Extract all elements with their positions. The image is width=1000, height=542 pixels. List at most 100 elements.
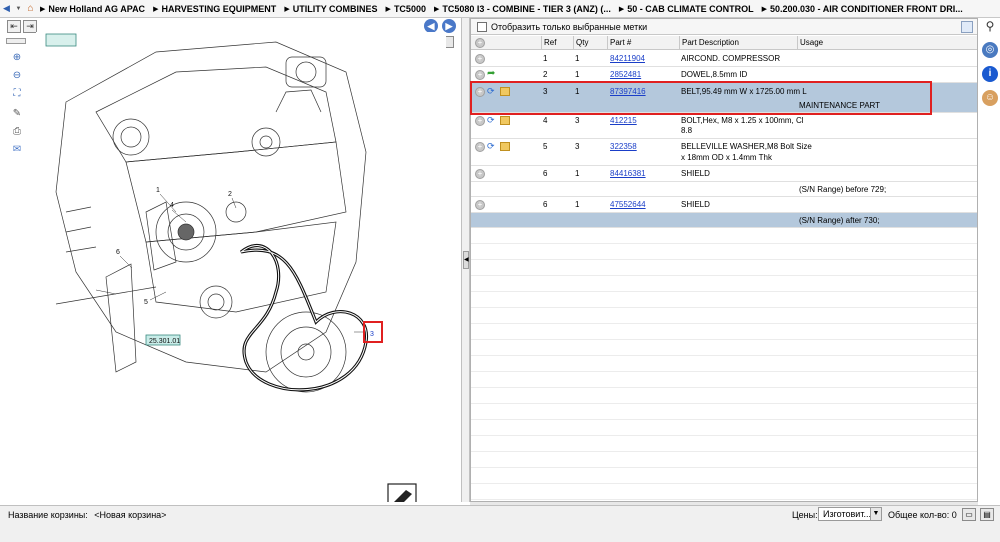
cell-part-link[interactable]: 2852481 xyxy=(610,69,641,80)
cell-desc-line1: BOLT,Hex, M8 x 1.25 x 100mm, Cl xyxy=(681,116,804,125)
prev-page-icon[interactable]: ◀ xyxy=(424,19,438,33)
substitute-arrow-icon[interactable]: ➦ xyxy=(487,69,499,79)
collapse-arrow-icon[interactable]: ◀ xyxy=(463,251,469,269)
breadcrumb-arrow-icon: ▶ xyxy=(153,5,159,13)
breadcrumb-item[interactable]: HARVESTING EQUIPMENT xyxy=(161,4,276,14)
table-row[interactable]: + ⟳ 4 3 412215 BOLT,Hex, M8 x 1.25 x 100… xyxy=(471,113,977,139)
fit-icon[interactable]: ⛶ xyxy=(10,88,24,102)
row-expand-icon[interactable]: + xyxy=(475,169,485,179)
ref-label[interactable]: 2 xyxy=(228,191,232,198)
cart-label: Название корзины: xyxy=(8,510,88,520)
cart-info: Название корзины: <Новая корзина> xyxy=(8,510,166,520)
cell-part-link[interactable]: 84211904 xyxy=(610,53,645,64)
table-row-usage: (S/N Range) before 729; xyxy=(471,182,977,197)
cell-qty: 1 xyxy=(575,200,580,209)
cell-part-link[interactable]: 412215 xyxy=(610,115,637,126)
table-row-usage: (S/N Range) after 730; xyxy=(471,213,977,228)
cart-icon[interactable]: ▤ xyxy=(980,508,994,521)
refresh-icon[interactable]: ⟳ xyxy=(487,141,497,151)
cell-usage: (S/N Range) after 730; xyxy=(799,216,880,225)
col-qty[interactable]: Qty xyxy=(573,36,607,50)
collapse-left-icon[interactable]: ⇤ xyxy=(7,20,21,33)
app-window: ◀ ▼ ⌂ ▶ New Holland AG APAC ▶ HARVESTING E… xyxy=(0,0,1000,542)
prices-label: Цены: xyxy=(792,510,818,520)
breadcrumb-item[interactable]: TC5000 xyxy=(394,4,426,14)
cell-part-link[interactable]: 84416381 xyxy=(610,168,646,179)
cell-ref: 6 xyxy=(543,200,548,209)
total-qty: Общее кол-во: 0 xyxy=(888,510,957,520)
selected-only-checkbox[interactable] xyxy=(477,21,487,32)
cell-qty: 3 xyxy=(575,142,580,151)
breadcrumb-item[interactable]: New Holland AG APAC xyxy=(48,4,145,14)
expand-panel-icon[interactable] xyxy=(961,21,973,33)
table-row[interactable]: + 6 1 84416381 SHIELD xyxy=(471,166,977,182)
refresh-icon[interactable]: ⟳ xyxy=(487,115,497,125)
home-icon[interactable]: ⌂ xyxy=(25,3,36,15)
status-bar: Название корзины: <Новая корзина> Цены: … xyxy=(0,505,1000,542)
user-support-icon[interactable]: ☺ xyxy=(982,90,998,106)
breadcrumb-arrow-icon: ▶ xyxy=(40,5,46,13)
package-icon[interactable] xyxy=(500,116,510,125)
cell-ref: 4 xyxy=(543,116,548,125)
cell-desc: DOWEL,8.5mm ID xyxy=(681,70,748,79)
row-expand-icon[interactable]: + xyxy=(475,54,485,64)
zoom-out-icon[interactable]: ⊖ xyxy=(10,70,24,84)
search-icon[interactable]: ⚲ xyxy=(982,18,998,34)
selection-highlight xyxy=(470,81,932,115)
cell-ref: 6 xyxy=(543,169,548,178)
table-row[interactable]: + 1 1 84211904 AIRCOND. COMPRESSOR xyxy=(471,51,977,67)
row-expand-icon[interactable]: + xyxy=(475,116,485,126)
cart-name[interactable]: <Новая корзина> xyxy=(94,510,166,520)
print-icon[interactable]: ⎙ xyxy=(10,126,24,140)
expand-right-icon[interactable]: ⇥ xyxy=(23,20,37,33)
zoom-in-icon[interactable]: ⊕ xyxy=(10,52,24,66)
breadcrumb-item[interactable]: 50.200.030 - AIR CONDITIONER FRONT DRI..… xyxy=(770,4,963,14)
table-header: + Ref Qty Part # Part Description Usage xyxy=(471,36,977,50)
col-desc[interactable]: Part Description xyxy=(679,36,797,50)
breadcrumb-arrow-icon: ▶ xyxy=(284,5,290,13)
email-icon[interactable]: ✉ xyxy=(10,144,24,158)
cell-ref: 5 xyxy=(543,142,548,151)
ref-label[interactable]: 5 xyxy=(144,299,148,306)
cell-part-link[interactable]: 322358 xyxy=(610,141,637,152)
dropdown-arrow-icon[interactable]: ▼ xyxy=(13,3,24,15)
panel-splitter[interactable]: ◀ xyxy=(462,18,470,502)
row-expand-icon[interactable]: + xyxy=(475,200,485,210)
cell-qty: 1 xyxy=(575,54,580,63)
window-icon[interactable]: ▭ xyxy=(962,508,976,521)
globe-icon[interactable]: ◎ xyxy=(982,42,998,58)
thumbnail-icon[interactable] xyxy=(6,38,26,44)
select-tool-icon[interactable]: ✎ xyxy=(10,108,24,122)
ref-label-selected[interactable]: 3 xyxy=(370,331,374,338)
row-expand-icon[interactable]: + xyxy=(475,142,485,152)
ref-label[interactable]: 4 xyxy=(170,202,174,209)
side-toolbar: ⚲ ◎ i ☺ xyxy=(978,18,1000,502)
breadcrumb-arrow-icon: ▶ xyxy=(618,5,625,13)
col-ref[interactable]: Ref xyxy=(541,36,573,50)
col-part[interactable]: Part # xyxy=(607,36,679,50)
breadcrumb-item[interactable]: UTILITY COMBINES xyxy=(293,4,378,14)
col-usage[interactable]: Usage xyxy=(797,36,977,50)
expand-all-icon[interactable]: + xyxy=(475,38,485,48)
breadcrumb-item[interactable]: 50 - CAB CLIMATE CONTROL xyxy=(627,4,753,14)
ref-label[interactable]: 1 xyxy=(156,187,160,194)
callout-label[interactable]: 25.301.01 xyxy=(149,338,180,345)
next-page-icon[interactable]: ▶ xyxy=(442,19,456,33)
table-row[interactable]: + 6 1 47552644 SHIELD xyxy=(471,197,977,213)
cell-ref: 2 xyxy=(543,70,548,79)
chevron-down-icon[interactable]: ▼ xyxy=(870,508,881,520)
package-icon[interactable] xyxy=(500,142,510,151)
back-arrow-icon[interactable]: ◀ xyxy=(1,3,12,15)
breadcrumb-item[interactable]: TC5080 I3 - COMBINE - TIER 3 (ANZ) (... xyxy=(442,4,611,14)
table-row[interactable]: + ⟳ 5 3 322358 BELLEVILLE WASHER,M8 Bolt… xyxy=(471,139,977,166)
ref-label[interactable]: 6 xyxy=(116,249,120,256)
prices-select[interactable]: Изготовит... ▼ xyxy=(818,507,882,521)
drawing-label-box[interactable] xyxy=(45,33,77,47)
row-expand-icon[interactable]: + xyxy=(475,70,485,80)
cell-desc: SHIELD xyxy=(681,200,710,209)
breadcrumb-arrow-icon: ▶ xyxy=(433,5,440,13)
info-icon[interactable]: i xyxy=(982,66,998,82)
cell-qty: 1 xyxy=(575,169,580,178)
engine-drawing[interactable]: 25.301.01 1 2 5 6 4 3 xyxy=(36,32,446,511)
cell-part-link[interactable]: 47552644 xyxy=(610,199,646,210)
